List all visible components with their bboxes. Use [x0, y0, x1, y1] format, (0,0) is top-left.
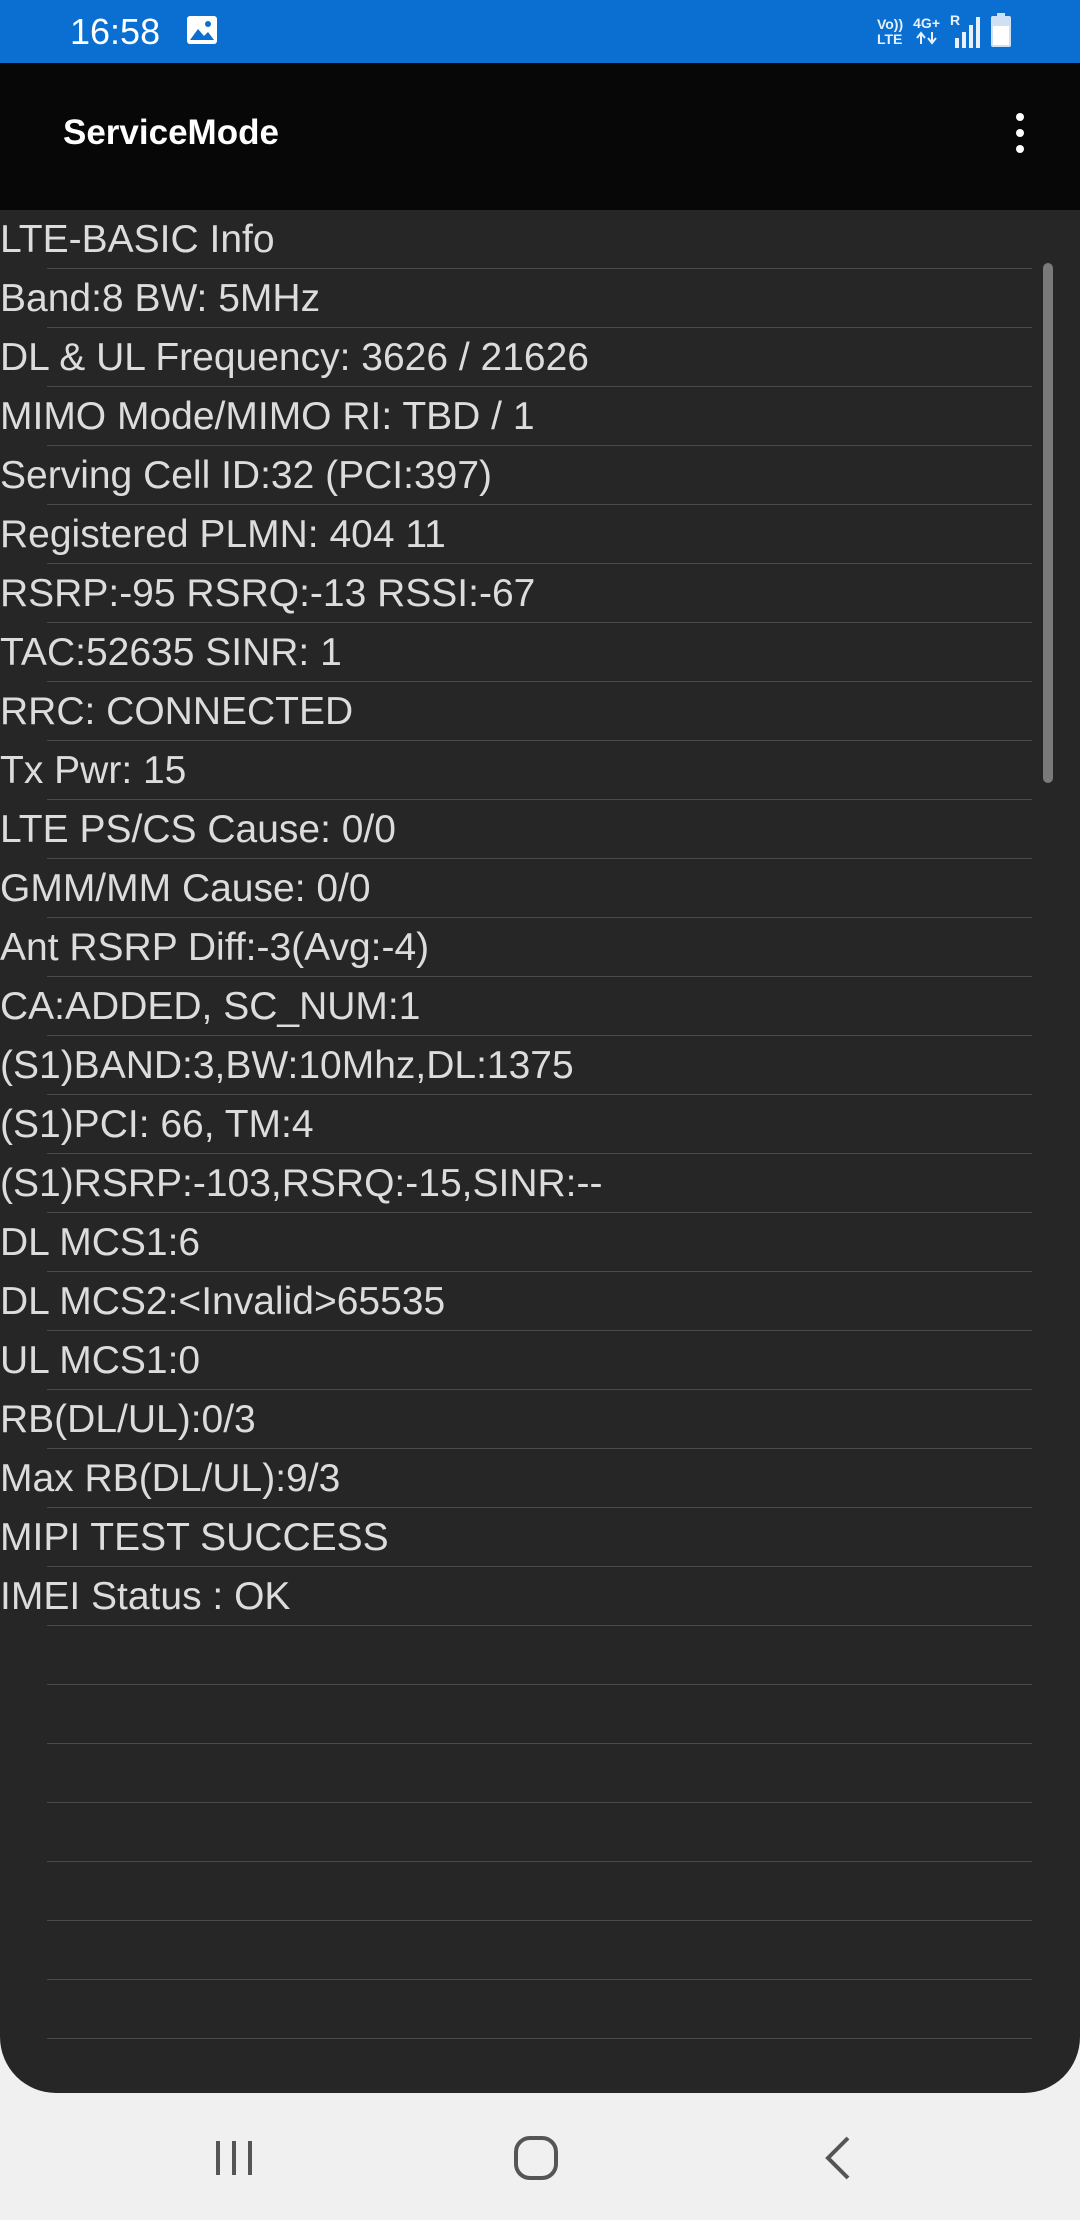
info-text: Registered PLMN: 404 11 [0, 513, 446, 556]
data-arrows-icon [915, 31, 938, 48]
service-mode-content[interactable]: LTE-BASIC Info Band:8 BW: 5MHz DL & UL Fre… [0, 210, 1080, 2093]
info-text: GMM/MM Cause: 0/0 [0, 867, 371, 910]
info-row [0, 1685, 1080, 1744]
info-text: (S1)RSRP:-103,RSRQ:-15,SINR:-- [0, 1162, 603, 1205]
status-indicators: Vo)) LTE 4G+ R [877, 12, 1012, 52]
info-row: Tx Pwr: 15 [0, 741, 1080, 800]
info-text: LTE-BASIC Info [0, 218, 275, 261]
info-text: Tx Pwr: 15 [0, 749, 187, 792]
info-row: RRC: CONNECTED [0, 682, 1080, 741]
gallery-icon [186, 15, 218, 45]
app-bar: ServiceMode [0, 63, 1080, 210]
info-row: RB(DL/UL):0/3 [0, 1390, 1080, 1449]
info-text: (S1)BAND:3,BW:10Mhz,DL:1375 [0, 1044, 574, 1087]
info-row: MIPI TEST SUCCESS [0, 1508, 1080, 1567]
info-row: MIMO Mode/MIMO RI: TBD / 1 [0, 387, 1080, 446]
info-row: TAC:52635 SINR: 1 [0, 623, 1080, 682]
info-text: CA:ADDED, SC_NUM:1 [0, 985, 421, 1028]
menu-dot [1016, 129, 1024, 137]
info-row: (S1)RSRP:-103,RSRQ:-15,SINR:-- [0, 1154, 1080, 1213]
info-text: Serving Cell ID:32 (PCI:397) [0, 454, 493, 497]
info-row: (S1)BAND:3,BW:10Mhz,DL:1375 [0, 1036, 1080, 1095]
info-text: DL MCS2:<Invalid>65535 [0, 1280, 446, 1323]
info-text: IMEI Status : OK [0, 1575, 291, 1618]
recent-apps-icon[interactable] [199, 2123, 269, 2193]
info-row [0, 1803, 1080, 1862]
info-row: UL MCS1:0 [0, 1331, 1080, 1390]
info-text: MIMO Mode/MIMO RI: TBD / 1 [0, 395, 535, 438]
status-bar: 16:58 Vo)) LTE 4G+ R [0, 0, 1080, 63]
app-title: ServiceMode [63, 113, 279, 152]
network-type-text: 4G+ [913, 15, 940, 31]
info-row: Max RB(DL/UL):9/3 [0, 1449, 1080, 1508]
info-row: LTE-BASIC Info [0, 210, 1080, 269]
info-text: Ant RSRP Diff:-3(Avg:-4) [0, 926, 430, 969]
info-list: LTE-BASIC Info Band:8 BW: 5MHz DL & UL Fre… [0, 210, 1080, 2093]
volte-icon: Vo)) LTE [877, 17, 903, 47]
signal-icon: R [950, 12, 980, 50]
info-row: Registered PLMN: 404 11 [0, 505, 1080, 564]
info-text: RRC: CONNECTED [0, 690, 354, 733]
info-row: Serving Cell ID:32 (PCI:397) [0, 446, 1080, 505]
navigation-bar [0, 2093, 1080, 2220]
info-row: DL MCS2:<Invalid>65535 [0, 1272, 1080, 1331]
info-row: RSRP:-95 RSRQ:-13 RSSI:-67 [0, 564, 1080, 623]
info-row [0, 1626, 1080, 1685]
info-text: DL MCS1:6 [0, 1221, 201, 1264]
info-row [0, 1980, 1080, 2039]
info-row: IMEI Status : OK [0, 1567, 1080, 1626]
battery-icon [990, 12, 1012, 53]
info-text: UL MCS1:0 [0, 1339, 201, 1382]
info-text: RB(DL/UL):0/3 [0, 1398, 256, 1441]
info-row [0, 2039, 1080, 2093]
info-text: LTE PS/CS Cause: 0/0 [0, 808, 396, 851]
scrollbar[interactable] [1043, 263, 1053, 783]
info-text: Band:8 BW: 5MHz [0, 277, 321, 320]
info-row: (S1)PCI: 66, TM:4 [0, 1095, 1080, 1154]
home-icon[interactable] [501, 2123, 571, 2193]
info-row: DL MCS1:6 [0, 1213, 1080, 1272]
menu-dot [1016, 145, 1024, 153]
info-row: DL & UL Frequency: 3626 / 21626 [0, 328, 1080, 387]
info-row: Ant RSRP Diff:-3(Avg:-4) [0, 918, 1080, 977]
info-row: Band:8 BW: 5MHz [0, 269, 1080, 328]
info-row: LTE PS/CS Cause: 0/0 [0, 800, 1080, 859]
more-vert-icon[interactable] [1002, 103, 1038, 163]
info-row [0, 1921, 1080, 1980]
back-icon[interactable] [803, 2123, 873, 2193]
info-row [0, 1744, 1080, 1803]
info-text: DL & UL Frequency: 3626 / 21626 [0, 336, 589, 379]
info-row: CA:ADDED, SC_NUM:1 [0, 977, 1080, 1036]
info-text: (S1)PCI: 66, TM:4 [0, 1103, 314, 1146]
volte-bottom-text: LTE [876, 31, 903, 47]
info-text: TAC:52635 SINR: 1 [0, 631, 342, 674]
volte-top-text: Vo)) [876, 16, 904, 32]
network-type-indicator: 4G+ [913, 16, 940, 48]
info-text: Max RB(DL/UL):9/3 [0, 1457, 341, 1500]
menu-dot [1016, 113, 1024, 121]
info-row: GMM/MM Cause: 0/0 [0, 859, 1080, 918]
info-row [0, 1862, 1080, 1921]
info-text: RSRP:-95 RSRQ:-13 RSSI:-67 [0, 572, 536, 615]
status-time: 16:58 [70, 11, 161, 52]
info-text: MIPI TEST SUCCESS [0, 1516, 389, 1559]
